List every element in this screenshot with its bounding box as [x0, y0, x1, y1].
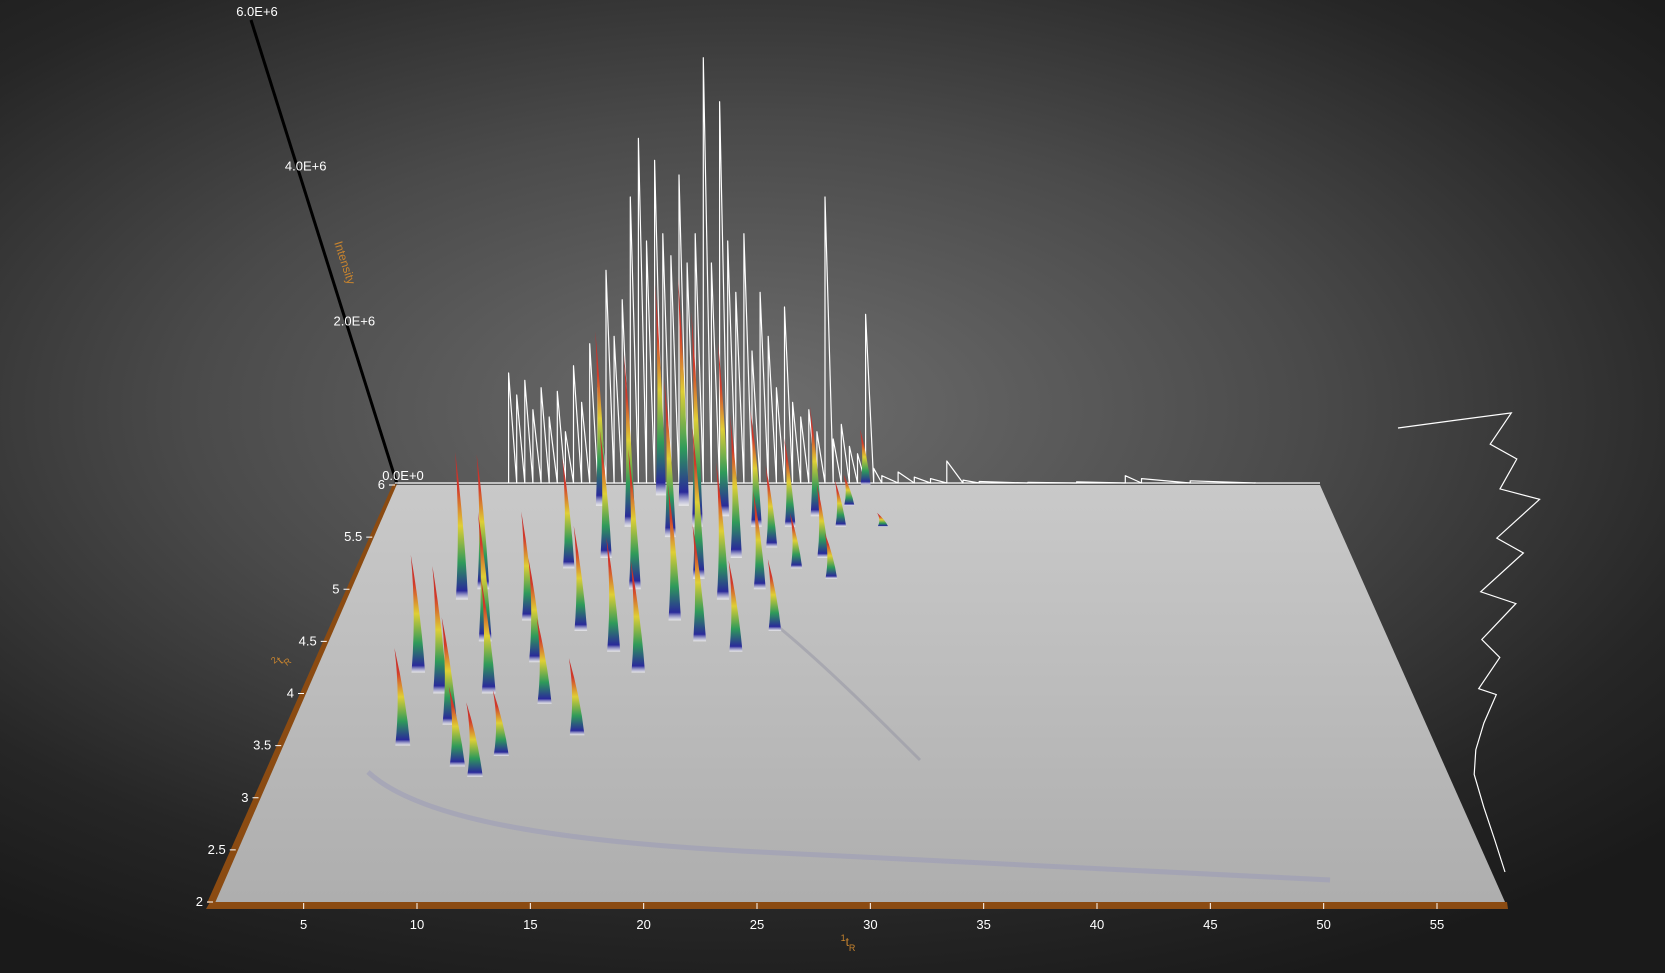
z-axis-ticks: 0.0E+0 2.0E+6 4.0E+6 6.0E+6 — [236, 4, 424, 483]
y-tick-label: 3 — [241, 790, 248, 805]
x-tick-label: 50 — [1316, 917, 1330, 932]
y-axis-title: 2tR — [269, 648, 294, 673]
y-tick-label: 3.5 — [253, 738, 271, 753]
y-tick-label: 2.5 — [208, 842, 226, 857]
x-tick-label: 35 — [976, 917, 990, 932]
z-tick-label: 0.0E+0 — [382, 468, 424, 483]
x-tick-label: 40 — [1090, 917, 1104, 932]
x-tick-label: 45 — [1203, 917, 1217, 932]
x-tick-label: 25 — [750, 917, 764, 932]
x-tick-label: 5 — [300, 917, 307, 932]
x-tick-label: 10 — [410, 917, 424, 932]
x-tick-label: 20 — [636, 917, 650, 932]
gc-gc-3d-surface-chart[interactable]: 5 10 15 20 25 30 35 40 45 50 55 22.533.544.555.56 … — [0, 0, 1665, 973]
y-tick-label: 4.5 — [299, 633, 317, 648]
y-tick-label: 2 — [196, 894, 203, 909]
x-profile-layer — [395, 57, 1320, 484]
z-tick-label: 2.0E+6 — [334, 313, 376, 328]
y-tick-label: 5 — [332, 581, 339, 596]
x-axis-bar — [206, 902, 1508, 909]
z-axis-line — [249, 19, 399, 485]
x-profile-trace — [508, 57, 1256, 484]
surface-peak — [655, 284, 666, 496]
x-axis-title: 1tR — [841, 933, 856, 953]
y-tick-label: 5.5 — [344, 529, 362, 544]
z-tick-label: 4.0E+6 — [285, 159, 327, 174]
x-tick-label: 55 — [1430, 917, 1444, 932]
z-tick-label: 6.0E+6 — [236, 4, 278, 19]
x-tick-label: 30 — [863, 917, 877, 932]
y-tick-label: 4 — [287, 686, 294, 701]
x-tick-label: 15 — [523, 917, 537, 932]
z-axis-title: Intensity — [331, 239, 358, 286]
floor-plane — [213, 485, 1505, 902]
